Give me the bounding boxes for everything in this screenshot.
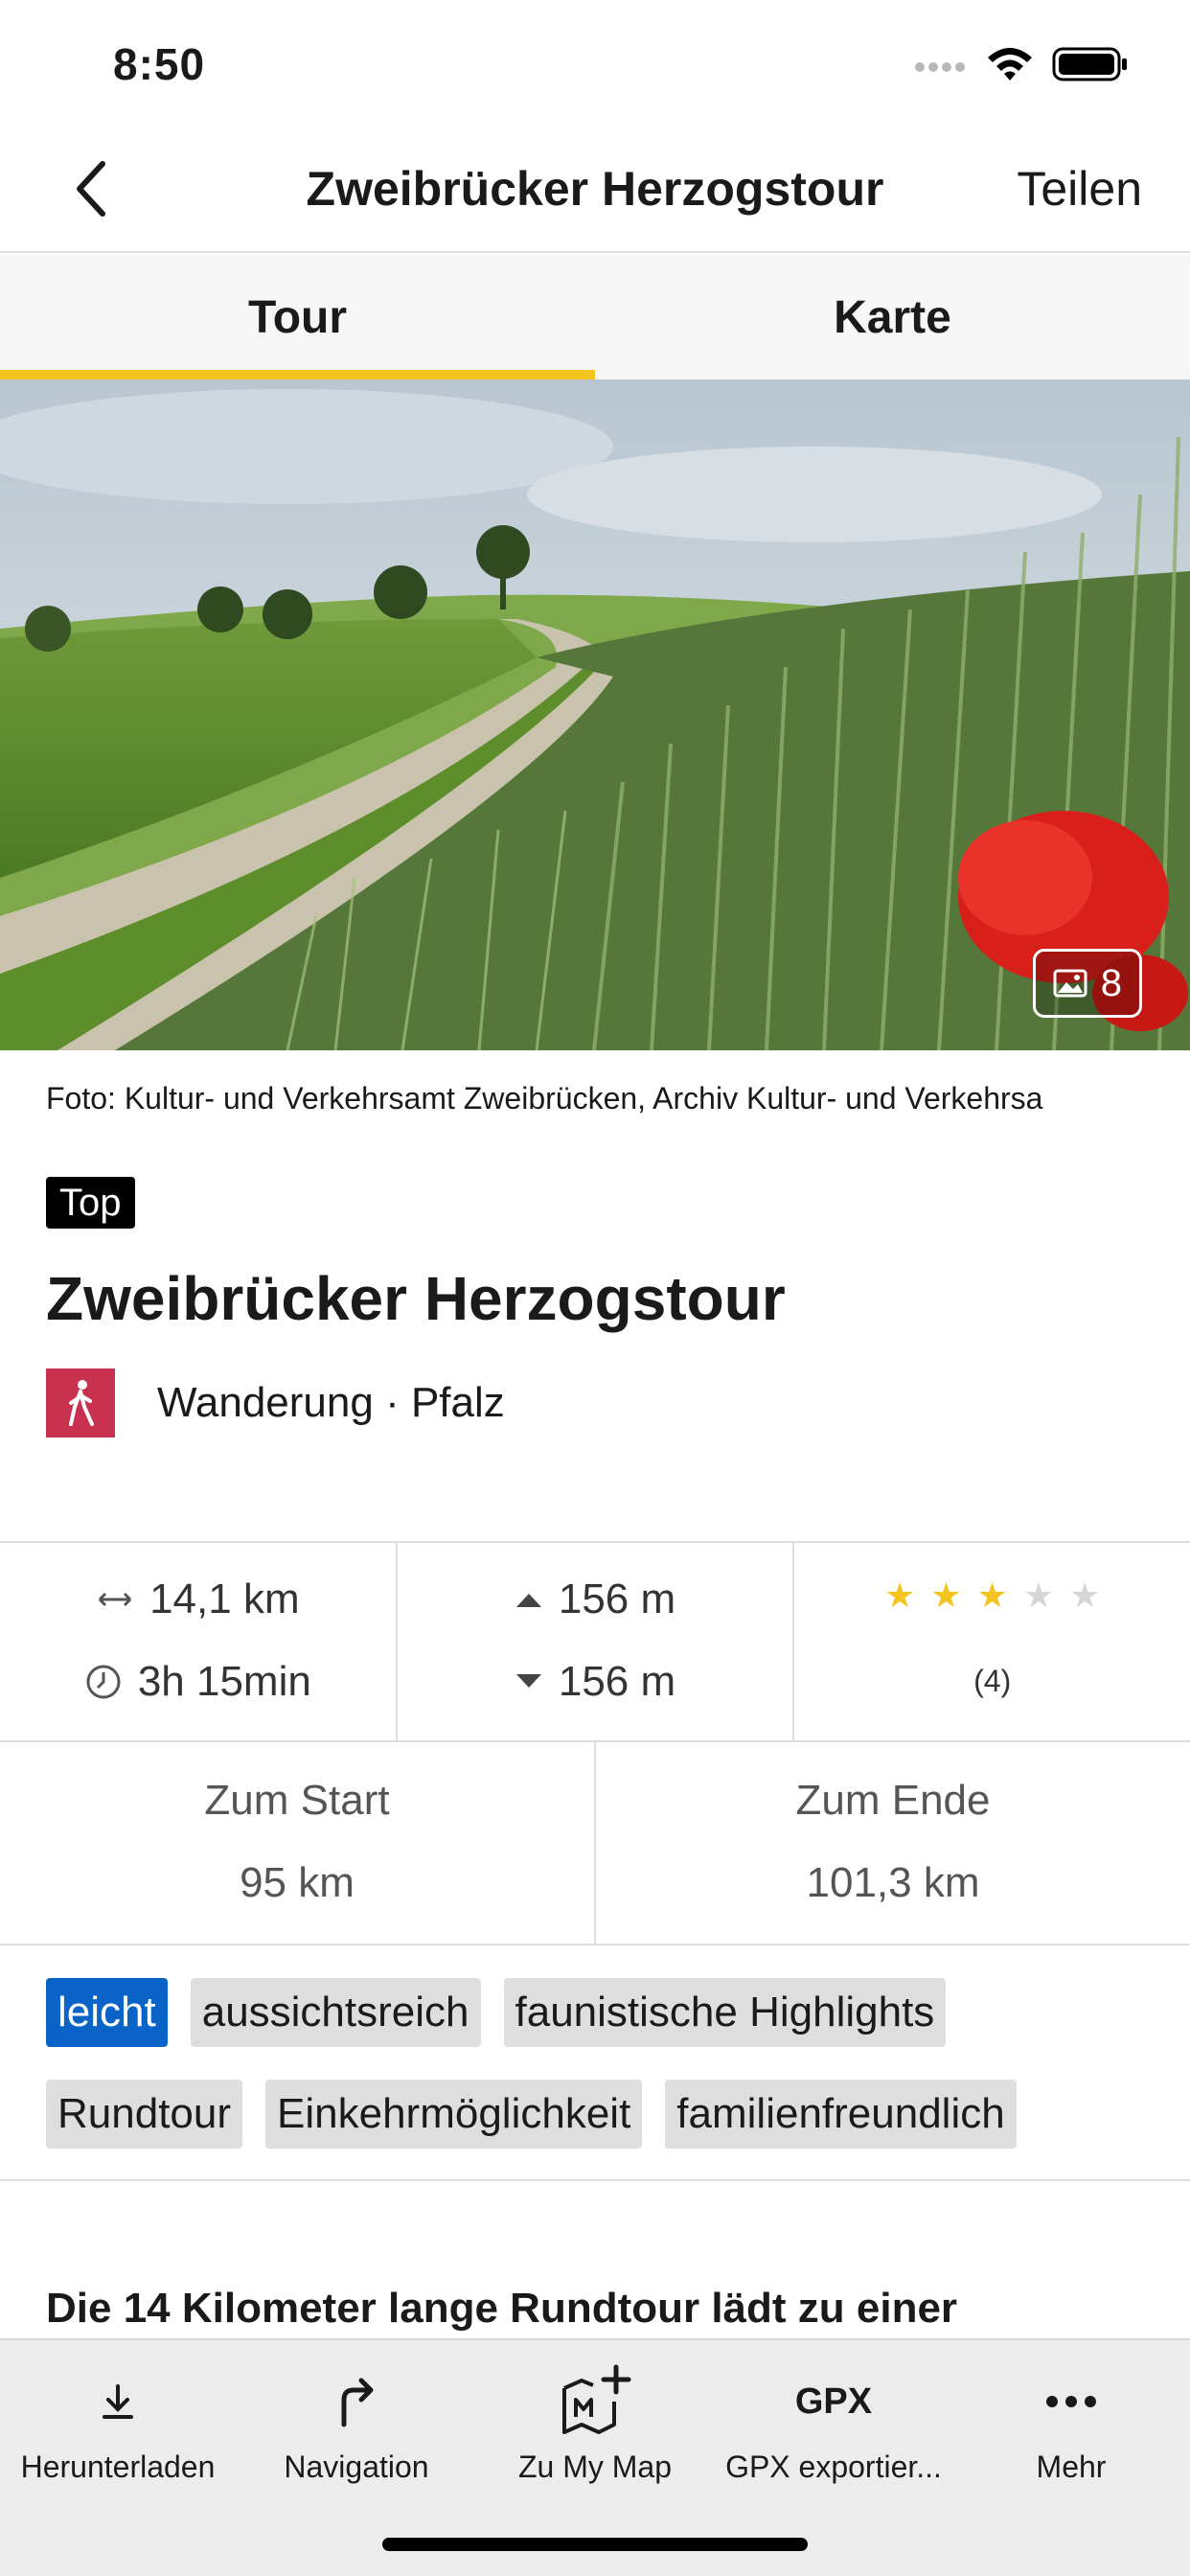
page-title: Zweibrücker Herzogstour bbox=[306, 162, 884, 216]
end-value: 101,3 km bbox=[806, 1859, 980, 1906]
start-value: 95 km bbox=[240, 1859, 355, 1906]
gpx-label: GPX exportier... bbox=[725, 2450, 942, 2484]
share-button[interactable]: Teilen bbox=[1017, 161, 1142, 217]
distance-to-route: Zum Start 95 km Zum Ende 101,3 km bbox=[0, 1742, 1190, 1945]
stat-distance: 14,1 km bbox=[0, 1576, 396, 1623]
star-icon: ★ bbox=[883, 1576, 916, 1615]
star-icon: ★ bbox=[976, 1576, 1008, 1615]
more-label: Mehr bbox=[1036, 2450, 1107, 2484]
my-map-label: Zu My Map bbox=[517, 2450, 673, 2484]
stat-distance-duration: 14,1 km 3h 15min bbox=[0, 1543, 398, 1740]
map-plus-icon bbox=[475, 2361, 715, 2442]
signal-icon bbox=[915, 59, 971, 75]
navigation-label: Navigation bbox=[284, 2450, 429, 2484]
tag: familienfreundlich bbox=[665, 2080, 1017, 2149]
download-icon bbox=[0, 2361, 238, 2442]
distance-to-end: Zum Ende 101,3 km bbox=[596, 1742, 1190, 1944]
rating-stars: ★ ★ ★ ★ ★ bbox=[884, 1576, 1100, 1616]
tag-difficulty: leicht bbox=[46, 1978, 168, 2047]
tour-type-location: Wanderung · Pfalz bbox=[157, 1379, 505, 1426]
turn-right-icon bbox=[237, 2361, 476, 2442]
landscape-photo bbox=[0, 380, 1190, 1050]
distance-to-start: Zum Start 95 km bbox=[0, 1742, 596, 1944]
stat-descent: 156 m bbox=[398, 1658, 793, 1706]
distance-value: 14,1 km bbox=[149, 1576, 300, 1622]
more-icon bbox=[951, 2361, 1190, 2442]
tour-stats: 14,1 km 3h 15min 156 m 156 m ★ ★ ★ ★ ★ (4) bbox=[0, 1541, 1190, 1742]
status-time: 8:50 bbox=[113, 39, 206, 89]
rating-count: (4) bbox=[973, 1664, 1012, 1698]
distance-icon bbox=[96, 1590, 134, 1609]
star-icon: ★ bbox=[1069, 1576, 1101, 1615]
descent-value: 156 m bbox=[558, 1658, 676, 1705]
tour-type-row: Wanderung · Pfalz bbox=[46, 1368, 505, 1438]
tag: Rundtour bbox=[46, 2080, 243, 2149]
stat-ascent: 156 m bbox=[398, 1576, 793, 1623]
tag: aussichtsreich bbox=[190, 1978, 481, 2047]
clock-icon bbox=[84, 1663, 123, 1701]
more-button[interactable]: Mehr bbox=[951, 2361, 1190, 2485]
tour-title: Zweibrücker Herzogstour bbox=[46, 1264, 786, 1333]
description-heading: Die 14 Kilometer lange Rundtour lädt zu … bbox=[46, 2285, 958, 2332]
ascent-value: 156 m bbox=[558, 1576, 676, 1622]
download-button[interactable]: Herunterladen bbox=[0, 2361, 238, 2485]
descent-icon bbox=[515, 1672, 543, 1691]
hero-image[interactable]: 8 bbox=[0, 380, 1190, 1050]
wifi-icon bbox=[985, 46, 1035, 84]
download-label: Herunterladen bbox=[20, 2450, 216, 2484]
stat-elevation: 156 m 156 m bbox=[398, 1543, 795, 1740]
back-button[interactable] bbox=[57, 155, 125, 222]
hiking-icon bbox=[46, 1368, 115, 1438]
status-bar: 8:50 bbox=[0, 0, 1190, 126]
ascent-icon bbox=[515, 1590, 543, 1609]
top-badge: Top bbox=[46, 1177, 135, 1229]
tab-tour[interactable]: Tour bbox=[0, 255, 595, 380]
star-icon: ★ bbox=[930, 1576, 962, 1615]
tab-bar: Tour Karte bbox=[0, 255, 1190, 380]
chevron-left-icon bbox=[77, 161, 105, 217]
tag: faunistische Highlights bbox=[503, 1978, 947, 2047]
battery-icon bbox=[1052, 46, 1129, 82]
home-indicator bbox=[382, 2538, 808, 2551]
tour-tags: leicht aussichtsreich faunistische Highl… bbox=[46, 1978, 1157, 2181]
divider bbox=[0, 2179, 1190, 2181]
add-to-my-map-button[interactable]: Zu My Map bbox=[475, 2361, 715, 2485]
gpx-icon: GPX bbox=[794, 2380, 873, 2422]
stat-duration: 3h 15min bbox=[0, 1658, 396, 1706]
navigation-button[interactable]: Navigation bbox=[237, 2361, 476, 2485]
duration-value: 3h 15min bbox=[137, 1658, 311, 1705]
star-icon: ★ bbox=[1022, 1576, 1055, 1615]
photo-count: 8 bbox=[1100, 961, 1122, 1004]
start-label: Zum Start bbox=[204, 1777, 390, 1824]
stat-rating[interactable]: ★ ★ ★ ★ ★ (4) bbox=[794, 1543, 1190, 1740]
navigation-bar: Zweibrücker Herzogstour Teilen bbox=[0, 126, 1190, 253]
tag: Einkehrmöglichkeit bbox=[265, 2080, 643, 2149]
photo-gallery-button[interactable]: 8 bbox=[1032, 949, 1142, 1018]
photo-caption: Foto: Kultur- und Verkehrsamt Zweibrücke… bbox=[46, 1081, 1043, 1116]
tab-karte[interactable]: Karte bbox=[595, 255, 1190, 380]
end-label: Zum Ende bbox=[795, 1777, 991, 1824]
image-icon bbox=[1053, 969, 1087, 998]
gpx-export-button[interactable]: GPX GPX exportier... bbox=[714, 2361, 953, 2485]
